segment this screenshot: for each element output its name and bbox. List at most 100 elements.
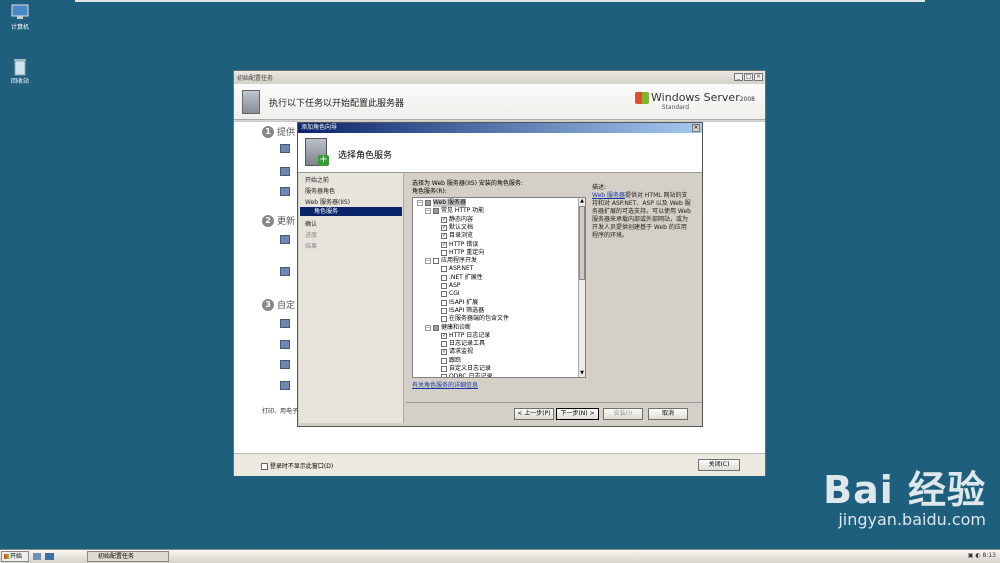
tree-checkbox[interactable] [441,357,447,364]
window-titlebar[interactable]: 初始配置任务 _ □ × [234,71,765,84]
tree-checkbox[interactable] [441,307,447,314]
desktop-icon-computer[interactable]: 计算机 [0,4,40,31]
collapse-icon[interactable]: − [425,324,431,331]
tree-row[interactable]: 跟踪 [439,357,461,365]
maximize-button[interactable]: □ [744,73,753,81]
tree-checkbox[interactable] [441,283,447,289]
tree-row[interactable]: ODBC 日志记录 [439,373,492,377]
back-button[interactable]: < 上一步(P) [514,408,554,420]
tree-row[interactable]: ✓ HTTP 日志记录 [439,332,490,340]
scroll-down-arrow-icon[interactable]: ▼ [579,370,585,377]
tree-checkbox[interactable] [433,208,439,215]
desktop-icon-recycle-bin[interactable]: 回收站 [0,58,40,85]
scroll-up-arrow-icon[interactable]: ▲ [579,198,585,205]
tree-checkbox[interactable] [441,291,447,298]
description-link[interactable]: Web 服务器 [592,192,625,199]
task-icon[interactable] [280,267,290,276]
role-services-tree[interactable]: ▲ ▼ − Web 服务器 − 常见 HTTP 功能 ✓ 静态内容 ✓ 默认文档 ✓ 目录浏览 ✓ H… [412,197,586,378]
network-icon[interactable]: ▣ [968,552,974,559]
tree-label: CGI [449,290,460,298]
tree-checkbox[interactable] [441,299,447,306]
wizard-close-button[interactable]: × [692,124,700,132]
tree-row[interactable]: ISAPI 筛选器 [439,307,484,315]
tree-checkbox[interactable]: ✓ [441,216,447,223]
tree-row[interactable]: − 应用程序开发 [425,257,477,265]
collapse-icon[interactable]: − [417,200,423,206]
wizard-titlebar[interactable]: 添加角色向导 [298,123,702,133]
close-window-button[interactable]: 关闭(C) [698,459,740,471]
clock[interactable]: 8:13 [983,552,996,559]
startup-checkbox[interactable] [261,463,268,470]
tree-row[interactable]: − 常见 HTTP 功能 [425,207,484,215]
step-label: 更新 [277,217,296,227]
tree-row[interactable]: 在服务器端的包含文件 [439,315,509,323]
task-icon[interactable] [280,381,290,390]
tree-checkbox[interactable]: ✓ [441,349,447,356]
tree-checkbox[interactable] [433,258,439,265]
nav-item-server-roles[interactable]: 服务器角色 [305,186,335,195]
tree-label: 静态内容 [449,215,474,223]
scrollbar-thumb[interactable] [579,206,585,280]
volume-icon[interactable]: ◐ [975,552,980,559]
tree-label: 应用程序开发 [441,257,478,265]
tree-row[interactable]: ✓ 请求监视 [439,348,473,356]
task-icon[interactable] [280,319,290,328]
task-icon[interactable] [280,340,290,349]
close-button[interactable]: × [754,73,763,81]
task-icon[interactable] [280,187,290,196]
tree-checkbox[interactable] [441,249,447,256]
tree-row[interactable]: .NET 扩展性 [439,274,483,282]
tree-row[interactable]: ✓ 静态内容 [439,216,473,224]
taskbar-item-initial-config[interactable]: 初始配置任务 [87,551,169,562]
startup-checkbox-label: 登录时不显示此窗口(D) [269,463,334,470]
tree-row[interactable]: ✓ HTTP 错误 [439,241,478,249]
tree-checkbox[interactable] [441,341,447,348]
server-manager-icon[interactable] [33,553,41,560]
tree-row[interactable]: HTTP 重定向 [439,249,484,257]
tree-label: 常见 HTTP 功能 [441,207,485,215]
more-info-link[interactable]: 有关角色服务的详细信息 [412,380,478,389]
tree-row[interactable]: ASP [439,282,461,290]
window-title: 初始配置任务 [237,75,274,82]
tree-row[interactable]: 日志记录工具 [439,340,485,348]
tree-checkbox[interactable] [441,274,447,281]
tree-checkbox[interactable] [441,316,447,323]
print-email-text[interactable]: 打印、用电子 [262,406,298,415]
tree-checkbox[interactable] [441,374,447,377]
cancel-button[interactable]: 取消 [648,408,688,420]
tree-row[interactable]: CGI [439,290,460,298]
show-desktop-icon[interactable] [45,553,54,560]
tree-row[interactable]: − Web 服务器 [417,199,466,207]
nav-item-before-you-begin[interactable]: 开始之前 [305,175,329,184]
tree-scrollbar[interactable]: ▲ ▼ [578,198,585,377]
tree-checkbox[interactable]: ✓ [441,224,447,231]
task-icon[interactable] [280,144,290,153]
brand-year: 2008 [739,96,755,103]
tree-row[interactable]: ✓ 目录浏览 [439,232,473,240]
minimize-button[interactable]: _ [734,73,743,81]
tree-checkbox[interactable]: ✓ [441,233,447,240]
tree-checkbox[interactable]: ✓ [441,241,447,248]
tree-checkbox[interactable] [441,266,447,273]
tree-checkbox[interactable] [425,200,431,206]
nav-item-role-services[interactable]: 角色服务 [300,207,402,216]
tree-row[interactable]: ISAPI 扩展 [439,299,478,307]
start-button[interactable]: 开始 [1,551,29,562]
tree-row[interactable]: ASP.NET [439,265,473,273]
collapse-icon[interactable]: − [425,258,431,265]
nav-item-web-server[interactable]: Web 服务器(IIS) [305,197,350,206]
tree-label: 跟踪 [449,356,462,364]
tree-row[interactable]: ✓ 默认文档 [439,224,473,232]
task-icon[interactable] [280,167,290,176]
startup-checkbox-row[interactable]: 登录时不显示此窗口(D) [261,461,333,470]
task-icon[interactable] [280,235,290,244]
collapse-icon[interactable]: − [425,208,431,215]
nav-item-confirmation[interactable]: 确认 [305,219,317,228]
tree-row[interactable]: 自定义日志记录 [439,365,491,373]
tree-checkbox[interactable] [441,366,447,372]
tree-row[interactable]: − 健康和诊断 [425,324,471,332]
task-icon[interactable] [280,360,290,369]
tree-checkbox[interactable]: ✓ [441,332,447,339]
tree-checkbox[interactable] [433,324,439,331]
next-button[interactable]: 下一步(N) > [556,408,599,420]
